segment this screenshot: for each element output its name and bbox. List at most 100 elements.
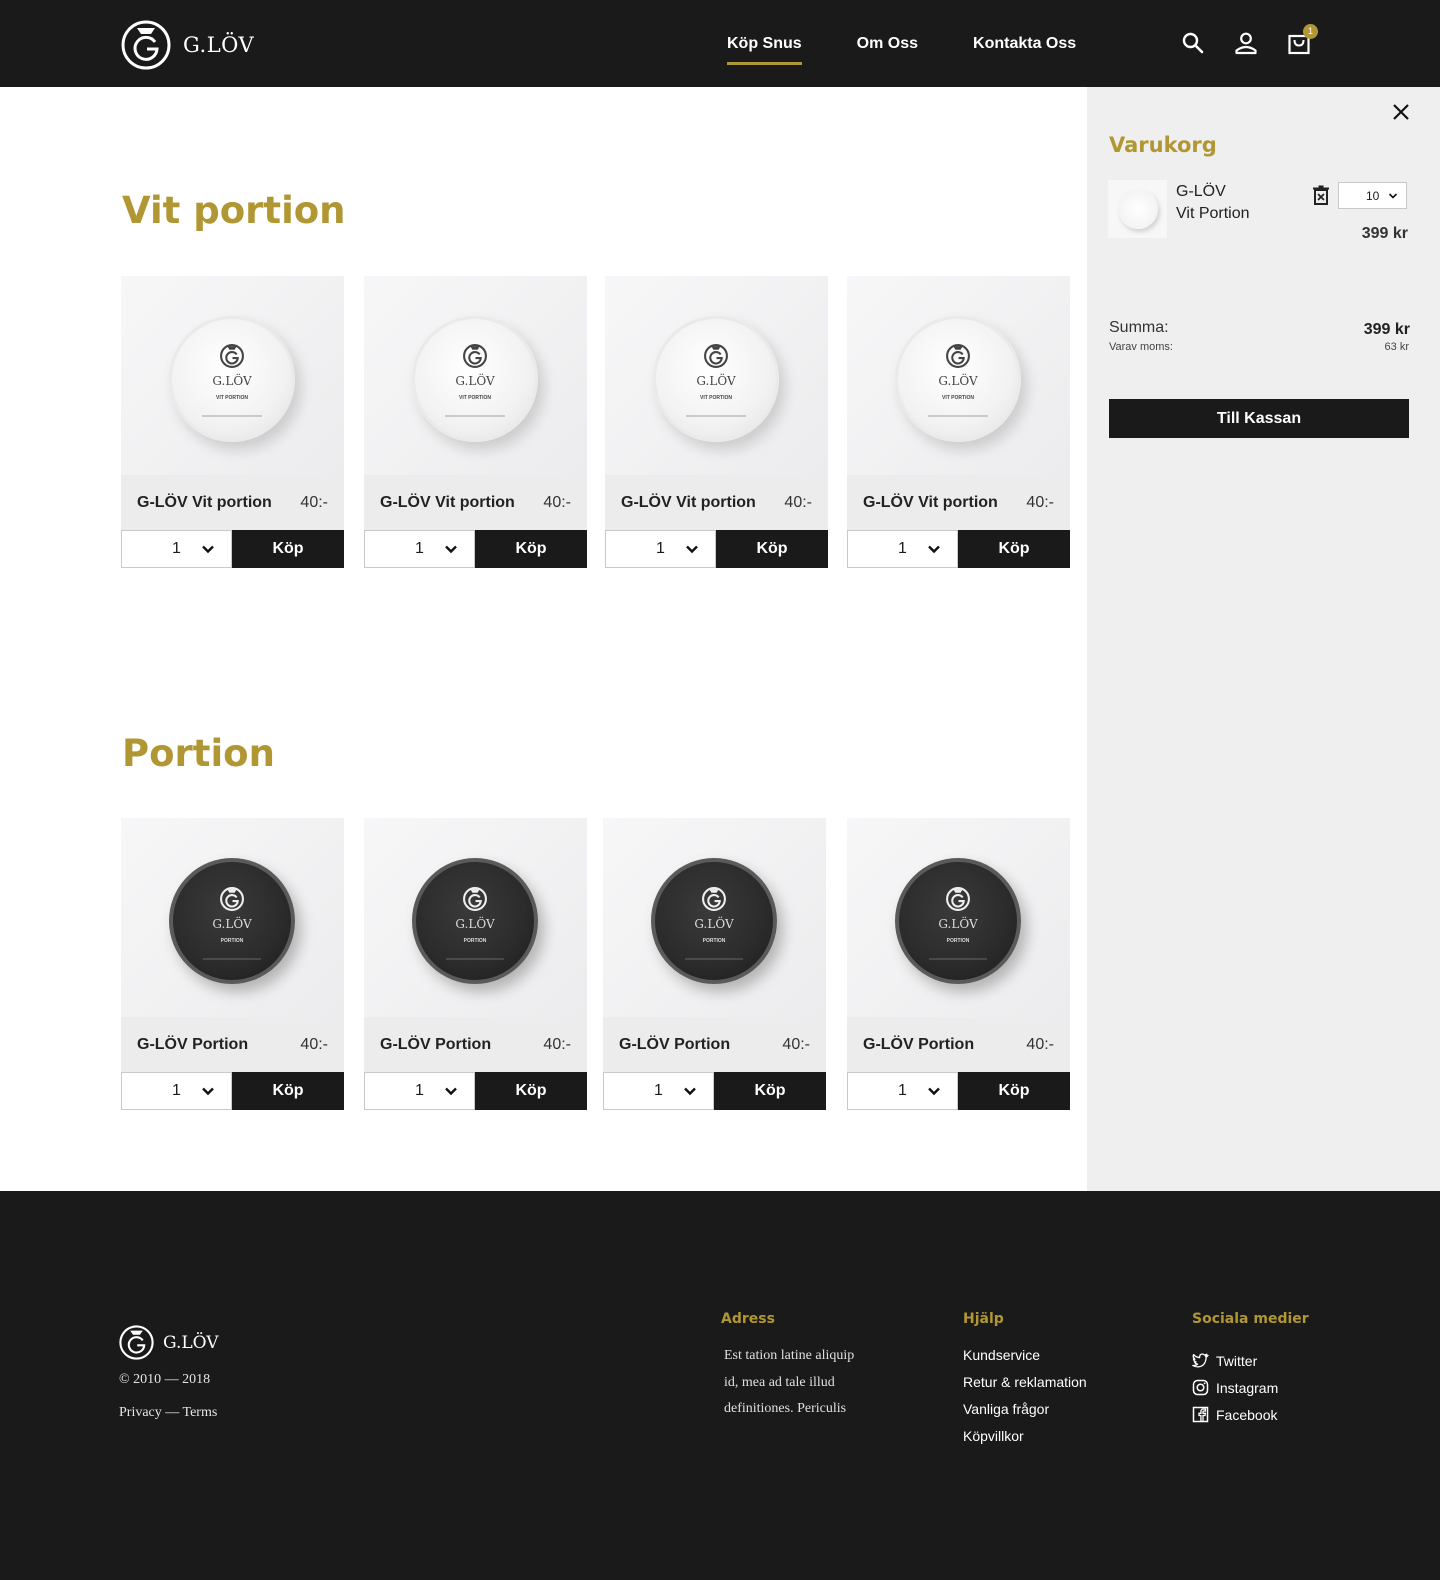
product-name[interactable]: G-LÖV Portion [863,1036,974,1054]
brand-mark-icon [463,887,487,911]
tin-fineprint [686,415,746,417]
product-card: G.LÖV PORTION G-LÖV Portion 40:- 1 Köp [847,818,1070,1110]
quantity-select[interactable]: 1 [847,1072,958,1110]
product-image[interactable]: G.LÖV VIT PORTION [605,276,828,475]
nav-om-oss[interactable]: Om Oss [857,35,918,53]
quantity-value: 1 [415,540,424,557]
quantity-value: 1 [172,540,181,557]
help-link-faq[interactable]: Vanliga frågor [963,1401,1087,1428]
checkout-button[interactable]: Till Kassan [1109,399,1409,438]
product-image[interactable]: G.LÖV VIT PORTION [364,276,587,475]
product-name[interactable]: G-LÖV Portion [137,1036,248,1054]
tin-label: PORTION [946,938,970,944]
social-link-facebook[interactable]: Facebook [1192,1401,1278,1428]
search-icon[interactable] [1180,30,1206,56]
product-image[interactable]: G.LÖV PORTION [847,818,1070,1017]
help-link-kundservice[interactable]: Kundservice [963,1347,1087,1374]
user-icon[interactable] [1233,30,1259,56]
product-name[interactable]: G-LÖV Portion [380,1036,491,1054]
cart-item-quantity-select[interactable]: 10 [1338,182,1407,209]
buy-button[interactable]: Köp [958,530,1070,568]
product-image[interactable]: G.LÖV PORTION [121,818,344,1017]
chevron-down-icon [202,1087,214,1096]
address-heading: Adress [721,1311,775,1327]
buy-button[interactable]: Köp [714,1072,826,1110]
product-name[interactable]: G-LÖV Vit portion [137,494,272,512]
quantity-select[interactable]: 1 [121,530,232,568]
buy-button[interactable]: Köp [232,1072,344,1110]
nav-kontakta-oss[interactable]: Kontakta Oss [973,35,1076,53]
help-link-kopvillkor[interactable]: Köpvillkor [963,1428,1087,1455]
product-actions: 1 Köp [847,530,1070,568]
tin-brand: G.LÖV [212,374,252,388]
moms-value: 63 kr [1384,341,1409,353]
help-links: Kundservice Retur & reklamation Vanliga … [963,1347,1087,1455]
product-name[interactable]: G-LÖV Vit portion [380,494,515,512]
tin-label: PORTION [702,938,726,944]
quantity-value: 1 [415,1082,424,1099]
help-link-retur[interactable]: Retur & reklamation [963,1374,1087,1401]
brand-mark-icon [119,1325,154,1360]
buy-button[interactable]: Köp [716,530,828,568]
logo[interactable]: G.LÖV [121,20,254,70]
tin-label: VIT PORTION [459,395,491,401]
tin-fineprint [446,958,504,960]
social-link-instagram[interactable]: Instagram [1192,1374,1278,1401]
cart-item-thumbnail [1108,180,1167,238]
buy-button[interactable]: Köp [232,530,344,568]
cart-item-brand: G-LÖV [1176,183,1226,200]
quantity-value: 1 [898,540,907,557]
nav-kop-snus[interactable]: Köp Snus [727,35,802,65]
tin-brand: G.LÖV [938,917,978,931]
cart-title: Varukorg [1109,133,1217,157]
product-name[interactable]: G-LÖV Vit portion [863,494,998,512]
product-image[interactable]: G.LÖV VIT PORTION [847,276,1070,475]
snus-tin-white [1118,189,1158,229]
buy-button[interactable]: Köp [475,1072,587,1110]
product-card: G.LÖV PORTION G-LÖV Portion 40:- 1 Köp [603,818,826,1110]
main-nav: Köp Snus Om Oss Kontakta Oss [727,0,1076,87]
product-info: G-LÖV Portion 40:- [847,1017,1070,1072]
product-image[interactable]: G.LÖV PORTION [364,818,587,1017]
chevron-down-icon [445,545,457,554]
product-name[interactable]: G-LÖV Portion [619,1036,730,1054]
social-link-twitter[interactable]: Twitter [1192,1347,1278,1374]
snus-tin-black: G.LÖV PORTION [651,858,777,984]
product-price: 40:- [543,493,571,511]
close-icon[interactable] [1392,103,1410,121]
quantity-select[interactable]: 1 [605,530,716,568]
tin-fineprint [203,958,261,960]
snus-tin-white: G.LÖV VIT PORTION [169,316,295,442]
snus-tin-white: G.LÖV VIT PORTION [895,316,1021,442]
chevron-down-icon [1388,193,1398,199]
quantity-select[interactable]: 1 [603,1072,714,1110]
quantity-select[interactable]: 1 [364,530,475,568]
quantity-select[interactable]: 1 [121,1072,232,1110]
social-heading: Sociala medier [1192,1311,1309,1327]
cart-button[interactable]: 1 [1286,24,1318,56]
terms-link[interactable]: Terms [183,1405,218,1420]
quantity-value: 1 [898,1082,907,1099]
snus-tin-black: G.LÖV PORTION [412,858,538,984]
buy-button[interactable]: Köp [475,530,587,568]
brand-mark-icon [121,20,171,70]
sum-label: Summa: [1109,319,1169,336]
brand-mark-icon [220,344,244,368]
footer-logo[interactable]: G.LÖV [119,1325,219,1360]
address-text: Est tation latine aliquip id, mea ad tal… [724,1348,855,1416]
buy-button[interactable]: Köp [958,1072,1070,1110]
tin-fineprint [929,958,987,960]
quantity-select[interactable]: 1 [364,1072,475,1110]
privacy-link[interactable]: Privacy [119,1405,162,1420]
product-name[interactable]: G-LÖV Vit portion [621,494,756,512]
chevron-down-icon [686,545,698,554]
social-link-label: Facebook [1216,1406,1278,1423]
tin-label: VIT PORTION [700,395,732,401]
brand-mark-icon [704,344,728,368]
trash-icon[interactable] [1312,185,1330,205]
quantity-select[interactable]: 1 [847,530,958,568]
product-actions: 1 Köp [364,1072,587,1110]
tin-brand: G.LÖV [938,374,978,388]
product-image[interactable]: G.LÖV VIT PORTION [121,276,344,475]
product-image[interactable]: G.LÖV PORTION [603,818,826,1017]
